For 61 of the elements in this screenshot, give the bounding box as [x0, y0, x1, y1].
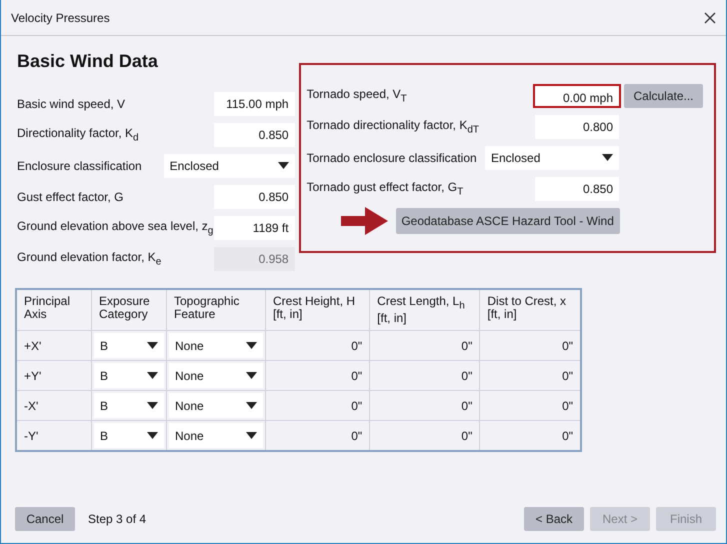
step-indicator: Step 3 of 4	[88, 512, 146, 526]
dropdown[interactable]: None	[169, 423, 263, 448]
dropdown[interactable]: Enclosed	[485, 146, 619, 170]
window-title: Velocity Pressures	[11, 10, 110, 24]
table-cell: +X'	[16, 330, 92, 361]
caret-icon	[246, 342, 257, 350]
field-label: Gust effect factor, G	[17, 190, 124, 204]
input-field[interactable]: 0.850	[214, 122, 295, 146]
field-label: Enclosure classification	[17, 158, 142, 172]
field-label: Tornado speed, V$_{T}$	[306, 86, 408, 104]
table-cell: 0"	[266, 330, 370, 361]
dropdown[interactable]: B	[94, 333, 164, 358]
caret-icon	[147, 432, 158, 440]
table-cell: +Y'	[16, 360, 92, 391]
field-label: Tornado directionality factor, K$_{dT}$	[306, 118, 480, 136]
caret-icon	[147, 402, 158, 410]
table-cell: 0"	[266, 390, 370, 421]
section-heading: Basic Wind Data	[17, 51, 159, 73]
input-field[interactable]: 0.00 mph	[533, 84, 621, 108]
field-label: Tornado enclosure classification	[306, 150, 478, 164]
dropdown[interactable]: B	[94, 363, 164, 388]
input-field: 0.958	[214, 246, 295, 270]
field-label: Ground elevation above sea level, z$_{g}$	[17, 218, 214, 236]
calculate-button[interactable]: Calculate...	[624, 84, 703, 108]
close-icon[interactable]	[704, 12, 716, 24]
table-cell: -X'	[16, 390, 92, 421]
dropdown[interactable]: None	[169, 363, 263, 388]
dropdown[interactable]: None	[169, 333, 263, 358]
input-field[interactable]: 0.850	[214, 184, 295, 208]
field-label: Basic wind speed, V	[17, 96, 126, 110]
arrow-icon	[340, 207, 388, 235]
hazard-tool-button[interactable]: Geodatabase ASCE Hazard Tool - Wind	[396, 208, 620, 234]
column-header: Crest Length, L$_{h}$ [ft, in]	[370, 289, 480, 331]
caret-icon	[246, 372, 257, 380]
table-cell: 0"	[370, 390, 480, 421]
wizard-button[interactable]: < Back	[524, 507, 584, 531]
table-cell: 0"	[370, 360, 480, 391]
table-cell: 0"	[266, 360, 370, 391]
input-field[interactable]: 0.850	[535, 176, 619, 200]
caret-icon	[278, 162, 289, 169]
column-header: Topographic Feature	[166, 289, 266, 331]
cancel-button[interactable]: Cancel	[15, 507, 75, 531]
caret-icon	[147, 342, 158, 350]
caret-icon	[147, 372, 158, 380]
column-header: Principal Axis	[16, 289, 92, 331]
input-field[interactable]: 0.800	[535, 114, 619, 138]
caret-icon	[602, 154, 613, 161]
input-field[interactable]: 1189 ft	[214, 216, 295, 240]
field-label: Ground elevation factor, K$_{e}$	[17, 250, 162, 268]
field-label: Tornado gust effect factor, G$_{T}$	[306, 180, 464, 198]
dropdown[interactable]: None	[169, 393, 263, 418]
column-header: Crest Height, H [ft, in]	[266, 289, 370, 331]
table-cell: 0"	[370, 330, 480, 361]
column-header: Exposure Category	[92, 289, 166, 331]
field-label: Directionality factor, K$_{d}$	[17, 126, 139, 144]
caret-icon	[246, 402, 257, 410]
dropdown[interactable]: B	[94, 393, 164, 418]
caret-icon	[246, 432, 257, 440]
input-field[interactable]: 115.00 mph	[214, 92, 295, 116]
dropdown[interactable]: Enclosed	[164, 154, 295, 178]
dropdown[interactable]: B	[94, 423, 164, 448]
